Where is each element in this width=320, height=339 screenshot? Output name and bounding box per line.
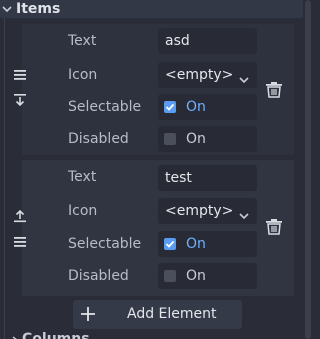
selectable-label: Selectable <box>68 99 142 115</box>
trash-icon[interactable] <box>265 82 283 102</box>
property-row-selectable: Selectable On <box>22 230 262 258</box>
icon-dropdown[interactable]: <empty> <box>158 198 257 224</box>
property-row-disabled: Disabled On <box>22 262 262 290</box>
checkbox-unchecked-icon <box>164 133 176 145</box>
move-up-icon[interactable] <box>13 209 27 227</box>
property-row-icon: Icon <empty> <box>22 197 262 225</box>
disabled-checkbox[interactable]: On <box>158 126 257 152</box>
icon-dropdown[interactable]: <empty> <box>158 62 257 88</box>
property-row-text: Text asd <box>22 27 262 55</box>
section-title: Items <box>16 1 61 17</box>
chevron-down-icon <box>239 208 249 224</box>
selectable-checkbox[interactable]: On <box>158 231 257 257</box>
icon-label: Icon <box>68 203 98 219</box>
list-item: Text asd Icon <empty> Selectable On Disa… <box>22 24 294 155</box>
list-item: Text test Icon <empty> Selectable On Dis… <box>22 160 294 296</box>
columns-section-header[interactable]: Columns <box>0 331 303 339</box>
chevron-down-icon <box>239 72 249 88</box>
disabled-label: Disabled <box>68 131 129 147</box>
property-row-selectable: Selectable On <box>22 93 262 121</box>
property-row-icon: Icon <empty> <box>22 61 262 89</box>
plus-icon <box>81 307 95 325</box>
add-element-button[interactable]: Add Element <box>73 300 242 329</box>
trash-icon[interactable] <box>265 219 283 239</box>
checkbox-checked-icon <box>164 238 176 250</box>
move-down-icon[interactable] <box>13 93 27 111</box>
text-label: Text <box>68 169 97 185</box>
vertical-scrollbar[interactable] <box>305 0 311 339</box>
add-element-label: Add Element <box>127 306 217 322</box>
items-section-header[interactable]: Items <box>0 0 303 18</box>
text-field[interactable]: asd <box>158 28 257 54</box>
drag-handle-icon[interactable] <box>13 69 27 85</box>
selectable-label: Selectable <box>68 236 142 252</box>
property-row-disabled: Disabled On <box>22 125 262 153</box>
section-title: Columns <box>22 331 90 339</box>
selectable-checkbox[interactable]: On <box>158 94 257 120</box>
scrollbar-thumb[interactable] <box>305 0 311 339</box>
icon-label: Icon <box>68 67 98 83</box>
property-row-text: Text test <box>22 163 262 191</box>
checkbox-unchecked-icon <box>164 270 176 282</box>
text-label: Text <box>68 33 97 49</box>
chevron-down-icon <box>0 0 14 18</box>
indent-guide <box>4 18 5 339</box>
disabled-checkbox[interactable]: On <box>158 263 257 289</box>
chevron-right-icon <box>12 332 18 339</box>
text-field[interactable]: test <box>158 165 257 191</box>
drag-handle-icon[interactable] <box>13 236 27 252</box>
checkbox-checked-icon <box>164 101 176 113</box>
disabled-label: Disabled <box>68 268 129 284</box>
